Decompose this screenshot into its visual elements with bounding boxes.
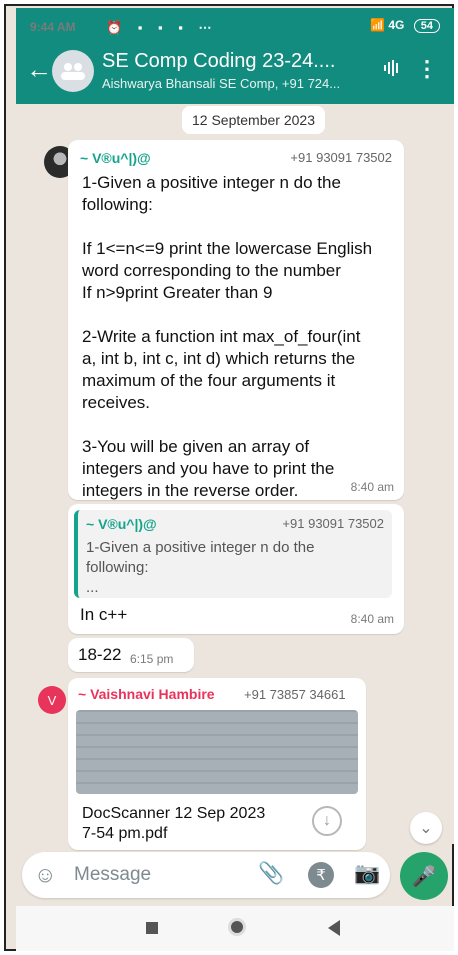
message-text: 18-22	[78, 645, 122, 664]
signal-icon: 📶 4G	[370, 18, 405, 32]
document-title[interactable]: DocScanner 12 Sep 2023 7-54 pm.pdf	[82, 804, 265, 844]
chat-area[interactable]: 12 September 2023 ~ V®u^|)@ +91 93091 73…	[16, 104, 454, 850]
chat-header: 9:44 AM ⏰ ▪ ▪ ▪ ⋯ 📶 4G 54 ← SE Comp Codi…	[16, 8, 454, 104]
message-text: In c++	[80, 605, 128, 624]
voice-call-icon[interactable]	[382, 58, 402, 84]
group-subtitle[interactable]: Aishwarya Bhansali SE Comp, +91 724...	[102, 76, 340, 91]
message-time: 8:40 am	[350, 612, 394, 626]
quote-sender: ~ V®u^|)@	[86, 516, 157, 532]
document-thumbnail[interactable]	[76, 710, 358, 794]
app-bar: ← SE Comp Coding 23-24.... Aishwarya Bha…	[16, 46, 454, 104]
status-bar: 9:44 AM ⏰ ▪ ▪ ▪ ⋯ 📶 4G 54	[16, 8, 454, 44]
back-arrow-icon[interactable]: ←	[26, 54, 52, 85]
message-bubble[interactable]: ~ V®u^|)@ +91 93091 73502 1-Given a posi…	[68, 140, 404, 500]
chevron-down-icon[interactable]: ⌄	[410, 812, 442, 844]
attach-icon[interactable]: 📎	[258, 862, 284, 886]
message-time: 6:15 pm	[130, 652, 174, 666]
quoted-message[interactable]: ~ V®u^|)@ +91 93091 73502 1-Given a posi…	[74, 510, 392, 598]
message-input-bar[interactable]: ☺ Message 📎 ₹ 📷	[22, 852, 390, 898]
emoji-icon[interactable]: ☺	[34, 862, 56, 888]
status-time: 9:44 AM	[30, 20, 76, 34]
message-text: 1-Given a positive integer n do the foll…	[82, 173, 373, 500]
message-sender[interactable]: ~ Vaishnavi Hambire	[78, 686, 215, 702]
system-nav-bar	[16, 906, 454, 951]
sender-avatar[interactable]: V	[38, 686, 66, 714]
message-time: 8:40 am	[350, 480, 394, 494]
quote-phone: +91 93091 73502	[282, 516, 384, 531]
notification-icons: ⏰ ▪ ▪ ▪ ⋯	[106, 20, 218, 35]
message-sender[interactable]: ~ V®u^|)@	[80, 150, 151, 166]
message-bubble[interactable]: ~ V®u^|)@ +91 93091 73502 1-Given a posi…	[68, 504, 404, 634]
mic-icon[interactable]: 🎤	[400, 852, 448, 900]
message-input[interactable]: Message	[74, 864, 151, 886]
quote-text: 1-Given a positive integer n do the foll…	[86, 539, 315, 596]
group-avatar-icon[interactable]	[52, 50, 94, 92]
more-vert-icon[interactable]: ⋮	[416, 56, 438, 82]
signal-icons: 📶 4G 54	[370, 18, 440, 33]
date-divider: 12 September 2023	[182, 106, 325, 134]
recents-nav-icon[interactable]	[146, 922, 158, 934]
message-phone: +91 73857 34661	[244, 687, 346, 702]
document-message[interactable]: ~ Vaishnavi Hambire +91 73857 34661 DocS…	[68, 678, 366, 850]
back-nav-icon[interactable]	[328, 920, 340, 936]
group-title[interactable]: SE Comp Coding 23-24....	[102, 50, 335, 73]
home-nav-icon[interactable]	[228, 918, 246, 936]
message-phone: +91 93091 73502	[290, 150, 392, 165]
rupee-icon[interactable]: ₹	[308, 862, 334, 888]
camera-icon[interactable]: 📷	[354, 862, 380, 886]
download-icon[interactable]: ↓	[312, 806, 342, 836]
battery-icon: 54	[413, 19, 440, 33]
message-bubble[interactable]: 18-22 6:15 pm	[68, 638, 194, 672]
